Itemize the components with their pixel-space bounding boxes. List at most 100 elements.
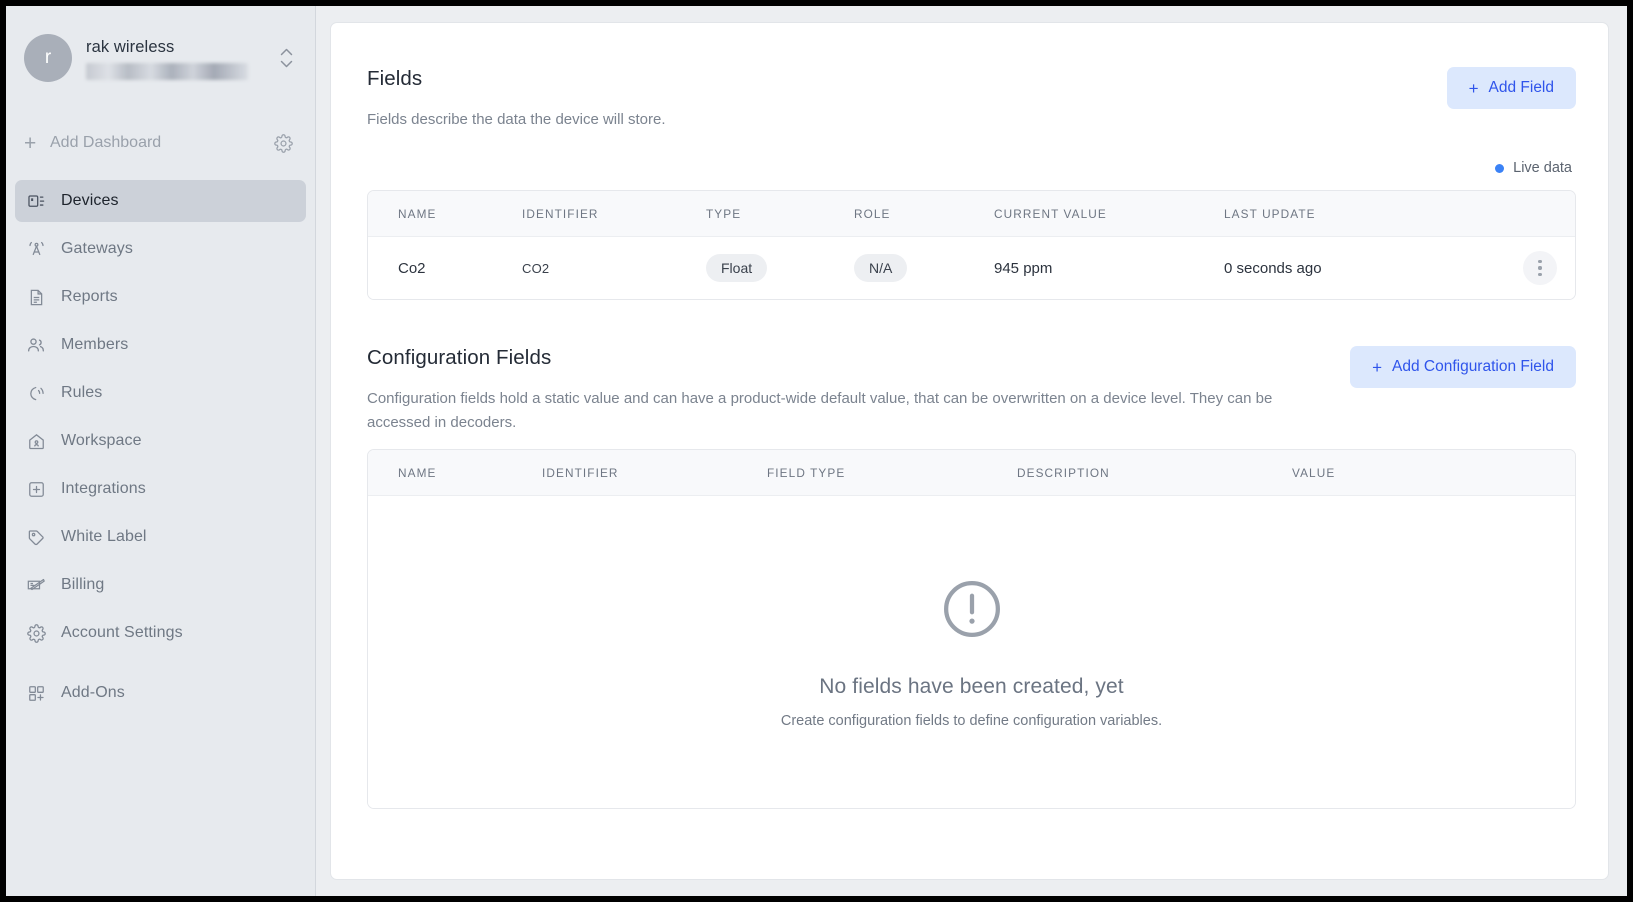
nav-divider-gap [15,660,306,672]
gear-icon [25,622,47,644]
column-header-identifier: IDENTIFIER [542,465,619,480]
config-table-header-row: NAME IDENTIFIER FIELD TYPE DESCRIPTION V… [368,450,1575,496]
column-header-identifier: IDENTIFIER [522,206,599,221]
avatar: r [24,34,72,82]
add-field-label: Add Field [1488,79,1554,96]
fields-heading-block: Fields Fields describe the data the devi… [367,67,665,132]
sidebar-item-account-settings[interactable]: Account Settings [15,612,306,654]
dot [1538,259,1542,264]
report-document-icon [25,286,47,308]
sidebar-item-devices[interactable]: Devices [15,180,306,222]
cell-name: Co2 [398,259,426,277]
sidebar-item-workspace[interactable]: Workspace [15,420,306,462]
column-header-field-type: FIELD TYPE [767,465,846,480]
column-header-current-value: CURRENT VALUE [994,206,1107,221]
empty-state: No fields have been created, yet Create … [368,496,1575,808]
type-badge: Float [706,254,768,282]
app-window: r rak wireless + Add Dashboard Devices G… [6,6,1627,896]
integrations-plus-box-icon [25,478,47,500]
sidebar-item-label: Workspace [61,432,142,449]
live-data-label: Live data [1513,160,1572,176]
avatar-letter: r [44,47,52,68]
row-overflow-menu-icon[interactable] [1523,251,1557,285]
workspace-text: rak wireless [86,37,266,80]
add-dashboard-button[interactable]: + Add Dashboard [6,126,315,160]
sidebar-item-gateways[interactable]: Gateways [15,228,306,270]
members-people-icon [25,334,47,356]
fields-table-header-row: NAME IDENTIFIER TYPE ROLE CURRENT VALUE … [368,191,1575,237]
identifier-text: CO2 [522,260,550,276]
addons-grid-icon [25,682,47,704]
sidebar-item-label: Members [61,336,129,353]
cell-current-value: 945 ppm [994,259,1053,277]
fields-section-header: Fields Fields describe the data the devi… [367,67,1576,132]
chevron-up-down-icon[interactable] [280,48,293,68]
config-heading-block: Configuration Fields Configuration field… [367,346,1327,435]
cell-last-update: 0 seconds ago [1224,259,1322,277]
sidebar-item-rules[interactable]: Rules [15,372,306,414]
sidebar-item-label: Rules [61,384,103,401]
column-header-name: NAME [398,206,437,221]
rules-signal-icon [25,382,47,404]
config-section-header: Configuration Fields Configuration field… [367,346,1576,435]
workspace-home-icon [25,430,47,452]
sidebar-nav: Devices Gateways Reports Members Rules W… [6,180,315,714]
table-row[interactable]: Co2 CO2 Float N/A 945 ppm 0 seconds ago [368,237,1575,299]
workspace-switcher[interactable]: r rak wireless [6,6,315,82]
content-card: Fields Fields describe the data the devi… [330,22,1609,880]
dashboard-settings-gear-icon[interactable] [274,133,293,153]
plus-icon: + [1468,78,1479,98]
sidebar-item-label: Integrations [61,480,146,497]
main-content: Fields Fields describe the data the devi… [316,6,1627,896]
column-header-last-update: LAST UPDATE [1224,206,1316,221]
exclamation-circle-icon [939,576,1005,647]
sidebar-item-members[interactable]: Members [15,324,306,366]
sidebar-item-add-ons[interactable]: Add-Ons [15,672,306,714]
live-data-indicator: Live data [367,160,1576,176]
sidebar-item-label: Devices [61,192,119,209]
column-header-value: VALUE [1292,465,1336,480]
role-badge: N/A [854,254,908,282]
devices-icon [25,190,47,212]
add-configuration-field-label: Add Configuration Field [1392,358,1554,375]
cell-type: Float [704,254,852,282]
workspace-subtitle-redacted [86,62,248,80]
workspace-name: rak wireless [86,37,175,56]
sidebar-item-billing[interactable]: Billing [15,564,306,606]
add-dashboard-label: Add Dashboard [50,134,162,151]
column-header-role: ROLE [854,206,891,221]
sidebar-item-label: White Label [61,528,147,545]
config-description: Configuration fields hold a static value… [367,390,1273,431]
page-title: Fields [367,67,423,90]
cell-actions [1472,251,1575,285]
live-status-dot-icon [1495,163,1505,173]
sidebar-item-label: Add-Ons [61,684,125,701]
sidebar-item-integrations[interactable]: Integrations [15,468,306,510]
plus-icon: + [1372,357,1382,377]
billing-check-icon [25,574,47,596]
config-title: Configuration Fields [367,346,552,369]
add-field-button[interactable]: + Add Field [1446,67,1576,109]
column-header-description: DESCRIPTION [1017,465,1110,480]
configuration-fields-table: NAME IDENTIFIER FIELD TYPE DESCRIPTION V… [367,449,1576,809]
column-header-name: NAME [398,465,437,480]
cell-identifier: CO2 [520,260,704,277]
plus-icon: + [24,131,37,155]
sidebar: r rak wireless + Add Dashboard Devices G… [6,6,316,896]
sidebar-item-white-label[interactable]: White Label [15,516,306,558]
cell-role: N/A [852,254,992,282]
empty-state-subtitle: Create configuration fields to define co… [780,712,1163,729]
sidebar-item-label: Gateways [61,240,133,257]
dot [1538,272,1542,277]
column-header-type: TYPE [706,206,742,221]
empty-state-title: No fields have been created, yet [819,674,1124,698]
gateway-antenna-icon [25,238,47,260]
sidebar-item-label: Account Settings [61,624,183,641]
fields-table: NAME IDENTIFIER TYPE ROLE CURRENT VALUE … [367,190,1576,300]
dot [1538,266,1542,270]
add-configuration-field-button[interactable]: + Add Configuration Field [1350,346,1576,388]
tag-icon [25,526,47,548]
sidebar-item-label: Reports [61,288,118,305]
fields-description: Fields describe the data the device will… [367,111,666,128]
sidebar-item-reports[interactable]: Reports [15,276,306,318]
